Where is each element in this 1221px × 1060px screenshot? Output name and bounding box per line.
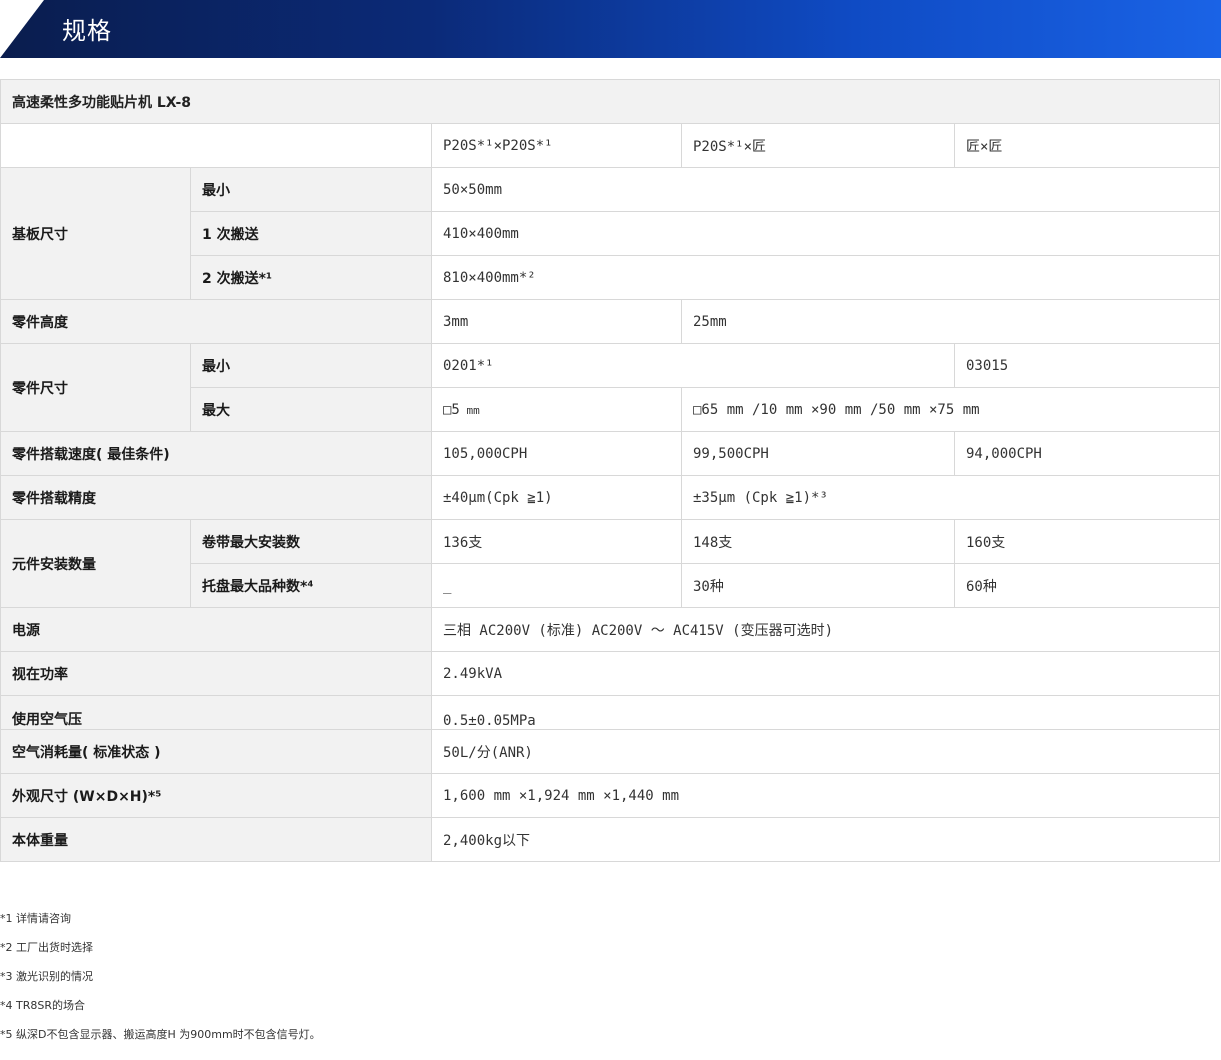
table-row: 零件尺寸 最小 0201*¹ 03015 <box>0 343 1221 432</box>
install-label: 元件安装数量 <box>0 519 191 608</box>
apparent-power-label: 视在功率 <box>0 651 432 696</box>
table-title-row: 高速柔性多功能贴片机 LX-8 <box>0 79 1221 124</box>
install-tape-v1: 136支 <box>431 519 682 564</box>
footnotes: *1 详情请咨询 *2 工厂出货时选择 *3 激光识别的情况 *4 TR8SR的… <box>0 906 321 1051</box>
part-size-max-v1: □5 mm <box>431 387 682 432</box>
speed-label: 零件搭载速度( 最佳条件) <box>0 431 432 476</box>
speed-v1: 105,000CPH <box>431 431 682 476</box>
table-row: 零件搭载速度( 最佳条件) 105,000CPH 99,500CPH 94,00… <box>0 431 1221 476</box>
power-value: 三相 AC200V (标准) AC200V ～ AC415V (变压器可选时) <box>430 607 1221 652</box>
footnote-2: *2 工厂出货时选择 <box>0 941 93 954</box>
column-header-2: P20S*¹×匠 <box>681 123 955 168</box>
speed-v3: 94,000CPH <box>953 431 1221 476</box>
table-row: 空气消耗量( 标准状态 ) 50L/分(ANR) <box>0 729 1221 774</box>
table-row: 本体重量 2,400kg以下 <box>0 817 1221 862</box>
board-size-min-value: 50×50mm <box>430 167 1221 212</box>
header-empty-cell <box>0 123 432 168</box>
install-tape-v3: 160支 <box>953 519 1221 564</box>
part-size-max-v1-unit: mm <box>459 403 480 417</box>
part-size-max-v1-num: □5 <box>443 401 460 418</box>
table-row: 零件高度 3mm 25mm <box>0 299 1221 344</box>
table-row: 元件安装数量 卷带最大安装数 136支 148支 160支 <box>0 519 1221 608</box>
column-header-3: 匠×匠 <box>953 123 1221 168</box>
install-tray-v2: 30种 <box>681 563 955 608</box>
install-tray-v1: _ <box>431 563 682 608</box>
part-size-min-v3: 03015 <box>953 343 1221 388</box>
board-size-label: 基板尺寸 <box>0 167 191 300</box>
table-title: 高速柔性多功能贴片机 LX-8 <box>0 79 1221 124</box>
part-height-label: 零件高度 <box>0 299 432 344</box>
accuracy-v1: ±40μm(Cpk ≧1) <box>431 475 682 520</box>
install-tray-label: 托盘最大品种数*⁴ <box>190 563 432 608</box>
part-size-min-v1: 0201*¹ <box>431 343 955 388</box>
accuracy-label: 零件搭载精度 <box>0 475 432 520</box>
board-size-single-label: 1 次搬送 <box>190 211 432 256</box>
part-size-min-label: 最小 <box>190 343 432 388</box>
speed-v2: 99,500CPH <box>681 431 955 476</box>
table-row: 零件搭载精度 ±40μm(Cpk ≧1) ±35μm (Cpk ≧1)*³ <box>0 475 1221 520</box>
footnote-4: *4 TR8SR的场合 <box>0 999 85 1012</box>
board-size-min-label: 最小 <box>190 167 432 212</box>
install-tape-v2: 148支 <box>681 519 955 564</box>
dimensions-label: 外观尺寸 (W×D×H)*⁵ <box>0 773 432 818</box>
column-header-row: P20S*¹×P20S*¹ P20S*¹×匠 匠×匠 <box>0 123 1221 168</box>
part-size-label: 零件尺寸 <box>0 343 191 432</box>
weight-value: 2,400kg以下 <box>430 817 1221 862</box>
footnote-5: *5 纵深D不包含显示器、搬运高度H 为900mm时不包含信号灯。 <box>0 1028 321 1041</box>
table-row: 电源 三相 AC200V (标准) AC200V ～ AC415V (变压器可选… <box>0 607 1221 652</box>
table-row: 使用空气压 0.5±0.05MPa <box>0 695 1221 730</box>
part-height-v2: 25mm <box>680 299 1221 344</box>
weight-label: 本体重量 <box>0 817 432 862</box>
section-banner <box>0 0 1221 58</box>
footnote-1: *1 详情请咨询 <box>0 912 71 925</box>
power-label: 电源 <box>0 607 432 652</box>
footnote-3: *3 激光识别的情况 <box>0 970 93 983</box>
part-size-max-v2: □65 mm /10 mm ×90 mm /50 mm ×75 mm <box>680 387 1221 432</box>
section-title: 规格 <box>62 17 112 45</box>
part-size-max-label: 最大 <box>190 387 432 432</box>
column-header-1: P20S*¹×P20S*¹ <box>431 123 682 168</box>
part-height-v1: 3mm <box>431 299 682 344</box>
apparent-power-value: 2.49kVA <box>430 651 1221 696</box>
table-row: 外观尺寸 (W×D×H)*⁵ 1,600 mm ×1,924 mm ×1,440… <box>0 773 1221 818</box>
install-tray-v3: 60种 <box>953 563 1221 608</box>
accuracy-v2: ±35μm (Cpk ≧1)*³ <box>680 475 1221 520</box>
board-size-single-value: 410×400mm <box>430 211 1221 256</box>
spec-table: 高速柔性多功能贴片机 LX-8 P20S*¹×P20S*¹ P20S*¹×匠 匠… <box>0 79 1221 862</box>
install-tape-label: 卷带最大安装数 <box>190 519 432 564</box>
table-row: 基板尺寸 最小 50×50mm <box>0 167 1221 300</box>
dimensions-value: 1,600 mm ×1,924 mm ×1,440 mm <box>430 773 1221 818</box>
air-pressure-label: 使用空气压 <box>0 695 432 730</box>
table-row: 视在功率 2.49kVA <box>0 651 1221 696</box>
air-consumption-value: 50L/分(ANR) <box>430 729 1221 774</box>
air-pressure-value: 0.5±0.05MPa <box>430 695 1221 730</box>
board-size-double-value: 810×400mm*² <box>430 255 1221 300</box>
air-consumption-label: 空气消耗量( 标准状态 ) <box>0 729 432 774</box>
board-size-double-label: 2 次搬送*¹ <box>190 255 432 300</box>
